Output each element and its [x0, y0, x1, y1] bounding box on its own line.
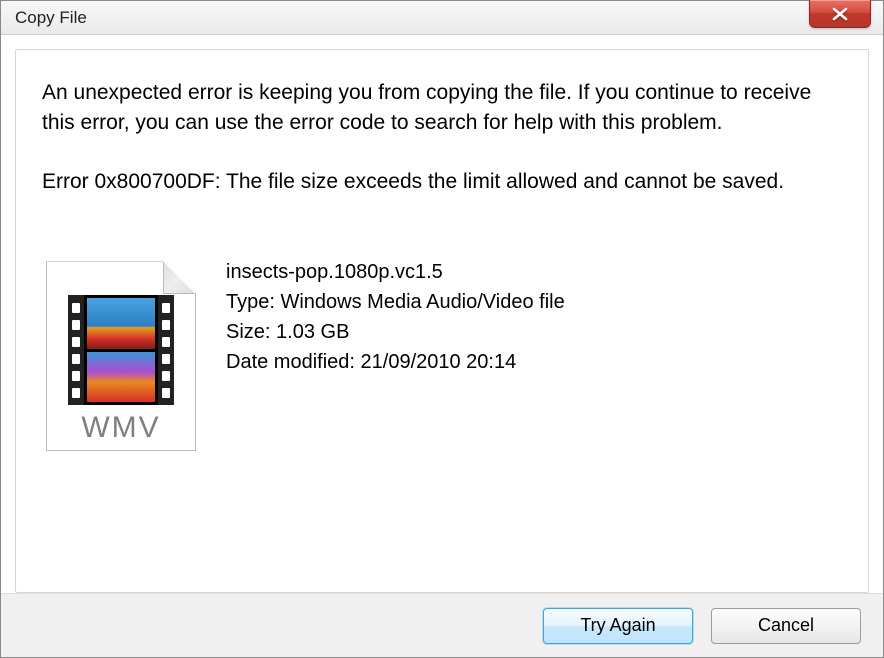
cancel-button[interactable]: Cancel — [711, 608, 861, 644]
file-size-value: 1.03 GB — [276, 321, 349, 343]
file-icon: WMV — [46, 261, 196, 451]
content-panel: An unexpected error is keeping you from … — [15, 49, 869, 593]
titlebar: Copy File — [1, 1, 883, 35]
file-size-row: Size: 1.03 GB — [226, 317, 565, 347]
dialog-window: Copy File An unexpected error is keeping… — [0, 0, 884, 658]
file-modified-label: Date modified: — [226, 351, 355, 373]
file-type-value: Windows Media Audio/Video file — [280, 291, 564, 313]
content-area: An unexpected error is keeping you from … — [1, 35, 883, 593]
close-icon — [832, 7, 848, 21]
error-message: An unexpected error is keeping you from … — [42, 78, 842, 139]
error-code-line: Error 0x800700DF: The file size exceeds … — [42, 167, 842, 197]
filmstrip-icon — [68, 295, 174, 405]
file-details: insects-pop.1080p.vc1.5 Type: Windows Me… — [226, 257, 565, 377]
button-bar: Try Again Cancel — [1, 593, 883, 657]
file-type-label: Type: — [226, 291, 275, 313]
file-ext-label: WMV — [46, 411, 196, 445]
close-button[interactable] — [809, 0, 871, 28]
file-type-row: Type: Windows Media Audio/Video file — [226, 287, 565, 317]
file-name: insects-pop.1080p.vc1.5 — [226, 257, 565, 287]
file-size-label: Size: — [226, 321, 270, 343]
window-title: Copy File — [15, 8, 87, 28]
file-info-row: WMV insects-pop.1080p.vc1.5 Type: Window… — [42, 261, 842, 451]
try-again-button[interactable]: Try Again — [543, 608, 693, 644]
file-modified-value: 21/09/2010 20:14 — [361, 351, 517, 373]
file-modified-row: Date modified: 21/09/2010 20:14 — [226, 347, 565, 377]
